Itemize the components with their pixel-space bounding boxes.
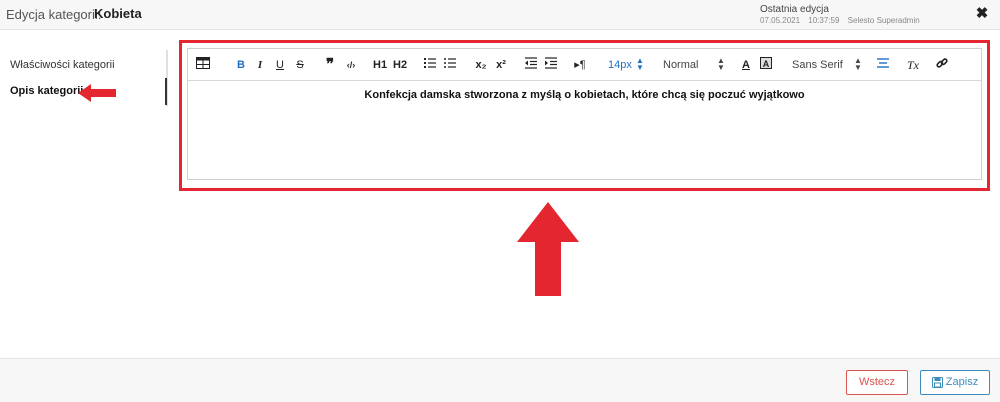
indent-icon[interactable]	[545, 57, 557, 73]
select-caret-icon: ▼	[854, 63, 862, 72]
clear-format-button[interactable]: Tx	[906, 57, 920, 73]
table-icon[interactable]	[196, 57, 210, 73]
outdent-icon[interactable]	[525, 57, 537, 73]
italic-button[interactable]: I	[255, 57, 265, 73]
last-edit-user: Selesto Superadmin	[847, 16, 920, 25]
back-button[interactable]: Wstecz	[846, 370, 908, 395]
editor-toolbar: B I U S ❞ ‹/› H1 H2 x₂ x² ▸¶ 14px ▲ ▼ No…	[188, 49, 981, 81]
last-edit-date: 07.05.2021	[760, 16, 801, 25]
select-caret-icon: ▼	[717, 63, 725, 72]
tab-category-properties[interactable]: Właściwości kategorii	[10, 59, 115, 71]
font-family-value: Sans Serif	[792, 59, 843, 71]
heading-2-button[interactable]: H2	[393, 57, 407, 73]
heading-select[interactable]: Normal ▲ ▼	[663, 57, 725, 73]
align-center-icon[interactable]	[877, 57, 889, 73]
annotation-left-arrow-icon	[78, 84, 116, 102]
font-color-icon[interactable]: A	[740, 57, 752, 73]
ordered-list-icon[interactable]	[424, 57, 436, 73]
font-size-value: 14px	[608, 59, 632, 71]
last-edit-time: 10:37:59	[808, 16, 840, 25]
font-family-select[interactable]: Sans Serif ▲ ▼	[792, 57, 862, 73]
close-icon[interactable]: ✖	[974, 6, 990, 22]
text-direction-icon[interactable]: ▸¶	[573, 57, 587, 73]
font-size-select[interactable]: 14px ▲ ▼	[608, 57, 644, 73]
modal-footer: Wstecz Zapisz	[0, 358, 1000, 402]
save-button[interactable]: Zapisz	[920, 370, 990, 395]
last-edit-title: Ostatnia edycja	[760, 4, 829, 15]
svg-text:A: A	[763, 59, 770, 69]
blockquote-icon[interactable]: ❞	[324, 57, 336, 73]
strike-button[interactable]: S	[295, 57, 305, 73]
code-icon[interactable]: ‹/›	[344, 57, 358, 73]
annotation-up-arrow-icon	[517, 202, 579, 296]
category-name: Kobieta	[94, 6, 142, 21]
superscript-button[interactable]: x²	[494, 57, 508, 73]
last-edit-meta: 07.05.2021 10:37:59 Selesto Superadmin	[760, 16, 926, 25]
select-caret-icon: ▼	[636, 63, 644, 72]
last-edit-info: Ostatnia edycja 07.05.2021 10:37:59 Sele…	[760, 4, 926, 25]
modal-header: Edycja kategorii: Kobieta Ostatnia edycj…	[0, 0, 1000, 30]
bold-button[interactable]: B	[236, 57, 246, 73]
save-button-label: Zapisz	[945, 376, 979, 388]
subscript-button[interactable]: x₂	[474, 57, 488, 73]
tab-category-description[interactable]: Opis kategorii	[10, 85, 83, 97]
active-tab-indicator	[165, 78, 167, 105]
header-label: Edycja kategorii:	[6, 7, 102, 22]
rich-text-editor[interactable]: B I U S ❞ ‹/› H1 H2 x₂ x² ▸¶ 14px ▲ ▼ No…	[187, 48, 982, 180]
underline-button[interactable]: U	[275, 57, 285, 73]
link-icon[interactable]	[936, 57, 948, 73]
heading-1-button[interactable]: H1	[373, 57, 387, 73]
save-icon	[932, 377, 943, 388]
bullet-list-icon[interactable]	[444, 57, 456, 73]
heading-select-value: Normal	[663, 59, 699, 71]
editor-content[interactable]: Konfekcja damska stworzona z myślą o kob…	[188, 89, 981, 101]
background-color-icon[interactable]: A	[760, 57, 772, 73]
